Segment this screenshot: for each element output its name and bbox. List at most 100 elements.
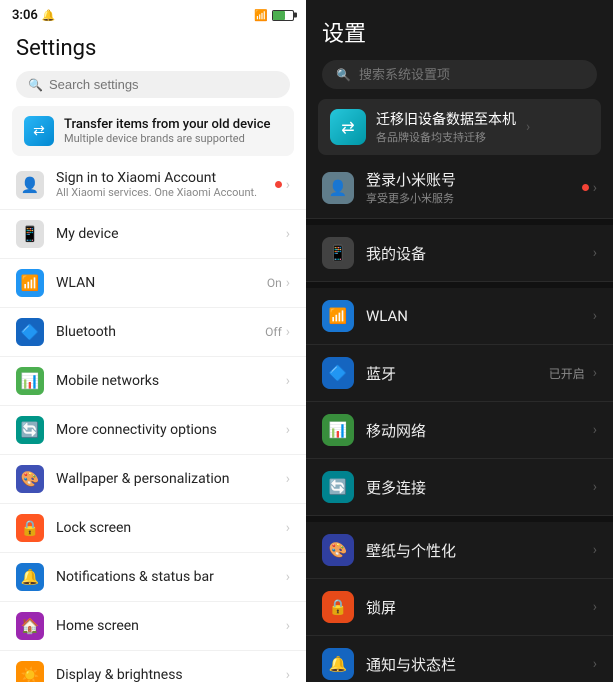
right-bluetooth-icon: 🔷	[322, 357, 354, 389]
settings-item-wallpaper[interactable]: 🎨 Wallpaper & personalization ›	[0, 455, 306, 504]
right-mobile-icon: 📊	[322, 414, 354, 446]
search-box-right[interactable]: 🔍	[322, 60, 597, 89]
left-panel: 3:06 🔔 📶 Settings 🔍 ⇄ Transfer items fro…	[0, 0, 306, 682]
mydevice-icon: 📱	[16, 220, 44, 248]
battery-icon	[272, 10, 294, 21]
wallpaper-meta: ›	[286, 471, 290, 487]
lockscreen-label: Lock screen	[56, 520, 274, 536]
account-meta: ›	[275, 177, 290, 193]
connectivity-label: More connectivity options	[56, 422, 274, 438]
account-icon: 👤	[16, 171, 44, 199]
settings-item-homescreen[interactable]: 🏠 Home screen ›	[0, 602, 306, 651]
wallpaper-label: Wallpaper & personalization	[56, 471, 274, 487]
right-item-notif[interactable]: 🔔 通知与状态栏 ›	[306, 636, 613, 682]
settings-item-display[interactable]: ☀️ Display & brightness ›	[0, 651, 306, 682]
search-input-left[interactable]	[49, 77, 278, 92]
right-wallpaper-chevron: ›	[593, 542, 597, 558]
right-bluetooth-label: 蓝牙	[366, 363, 537, 384]
promo-subtitle-left: Multiple device brands are supported	[64, 132, 270, 145]
wallpaper-icon: 🎨	[16, 465, 44, 493]
right-mobile-chevron: ›	[593, 422, 597, 438]
wlan-content: WLAN	[56, 275, 255, 291]
settings-item-bluetooth[interactable]: 🔷 Bluetooth Off ›	[0, 308, 306, 357]
settings-item-wlan[interactable]: 📶 WLAN On ›	[0, 259, 306, 308]
promo-title-left: Transfer items from your old device	[64, 117, 270, 132]
page-title-left: Settings	[0, 28, 306, 67]
display-chevron: ›	[286, 667, 290, 682]
right-account-dot	[582, 184, 589, 191]
bluetooth-chevron: ›	[286, 324, 290, 340]
right-lockscreen-label: 锁屏	[366, 597, 581, 618]
right-item-bluetooth[interactable]: 🔷 蓝牙 已开启 ›	[306, 345, 613, 402]
right-wlan-content: WLAN	[366, 307, 581, 325]
right-wlan-icon: 📶	[322, 300, 354, 332]
promo-text-left: Transfer items from your old device Mult…	[64, 117, 270, 145]
right-bluetooth-content: 蓝牙	[366, 363, 537, 384]
lockscreen-content: Lock screen	[56, 520, 274, 536]
notifications-content: Notifications & status bar	[56, 569, 274, 585]
right-more-chevron: ›	[593, 479, 597, 495]
right-item-wallpaper[interactable]: 🎨 壁纸与个性化 ›	[306, 522, 613, 579]
notifications-meta: ›	[286, 569, 290, 585]
promo-card-right[interactable]: ⇄ 迁移旧设备数据至本机 各品牌设备均支持迁移 ›	[318, 99, 601, 155]
display-label: Display & brightness	[56, 667, 274, 682]
promo-icon-left: ⇄	[24, 116, 54, 146]
right-item-lockscreen[interactable]: 🔒 锁屏 ›	[306, 579, 613, 636]
account-sublabel: All Xiaomi services. One Xiaomi Account.	[56, 186, 263, 199]
wlan-meta: On ›	[267, 275, 290, 291]
settings-item-mydevice[interactable]: 📱 My device ›	[0, 210, 306, 259]
lockscreen-meta: ›	[286, 520, 290, 536]
mydevice-chevron: ›	[286, 226, 290, 242]
bluetooth-icon: 🔷	[16, 318, 44, 346]
mydevice-content: My device	[56, 226, 274, 242]
notifications-label: Notifications & status bar	[56, 569, 274, 585]
right-item-wlan[interactable]: 📶 WLAN ›	[306, 288, 613, 345]
homescreen-content: Home screen	[56, 618, 274, 634]
notifications-chevron: ›	[286, 569, 290, 585]
connectivity-meta: ›	[286, 422, 290, 438]
promo-text-right: 迁移旧设备数据至本机 各品牌设备均支持迁移	[376, 109, 516, 145]
settings-item-lockscreen[interactable]: 🔒 Lock screen ›	[0, 504, 306, 553]
right-bluetooth-status: 已开启	[549, 365, 585, 382]
right-item-more[interactable]: 🔄 更多连接 ›	[306, 459, 613, 516]
promo-card-left[interactable]: ⇄ Transfer items from your old device Mu…	[12, 106, 294, 156]
settings-item-mobile[interactable]: 📊 Mobile networks ›	[0, 357, 306, 406]
right-notif-content: 通知与状态栏	[366, 654, 581, 675]
account-content: Sign in to Xiaomi Account All Xiaomi ser…	[56, 170, 263, 199]
wallpaper-content: Wallpaper & personalization	[56, 471, 274, 487]
homescreen-meta: ›	[286, 618, 290, 634]
right-more-icon: 🔄	[322, 471, 354, 503]
settings-item-account[interactable]: 👤 Sign in to Xiaomi Account All Xiaomi s…	[0, 160, 306, 210]
account-label: Sign in to Xiaomi Account	[56, 170, 263, 186]
lockscreen-chevron: ›	[286, 520, 290, 536]
time-display: 3:06	[12, 8, 38, 23]
settings-list-right: 👤 登录小米账号 享受更多小米服务 › 📱 我的设备 › 📶 WLAN	[306, 157, 613, 682]
mobile-icon: 📊	[16, 367, 44, 395]
wlan-status: On	[267, 276, 282, 290]
bluetooth-status: Off	[265, 325, 282, 339]
right-item-mydevice[interactable]: 📱 我的设备 ›	[306, 225, 613, 282]
right-mobile-label: 移动网络	[366, 420, 581, 441]
promo-chevron-right: ›	[526, 119, 530, 135]
settings-item-notifications[interactable]: 🔔 Notifications & status bar ›	[0, 553, 306, 602]
settings-item-connectivity[interactable]: 🔄 More connectivity options ›	[0, 406, 306, 455]
status-bar-left: 3:06 🔔	[12, 8, 56, 23]
settings-list-left: 👤 Sign in to Xiaomi Account All Xiaomi s…	[0, 160, 306, 682]
display-content: Display & brightness	[56, 667, 274, 682]
bluetooth-label: Bluetooth	[56, 324, 253, 340]
connectivity-chevron: ›	[286, 422, 290, 438]
right-more-content: 更多连接	[366, 477, 581, 498]
right-lockscreen-chevron: ›	[593, 599, 597, 615]
right-lockscreen-icon: 🔒	[322, 591, 354, 623]
connectivity-content: More connectivity options	[56, 422, 274, 438]
mobile-label: Mobile networks	[56, 373, 274, 389]
search-box-left[interactable]: 🔍	[16, 71, 290, 98]
display-meta: ›	[286, 667, 290, 682]
display-icon: ☀️	[16, 661, 44, 682]
right-item-mobile[interactable]: 📊 移动网络 ›	[306, 402, 613, 459]
right-account-icon: 👤	[322, 172, 354, 204]
homescreen-icon: 🏠	[16, 612, 44, 640]
search-input-right[interactable]	[359, 67, 583, 82]
right-item-account[interactable]: 👤 登录小米账号 享受更多小米服务 ›	[306, 157, 613, 219]
right-notif-label: 通知与状态栏	[366, 654, 581, 675]
